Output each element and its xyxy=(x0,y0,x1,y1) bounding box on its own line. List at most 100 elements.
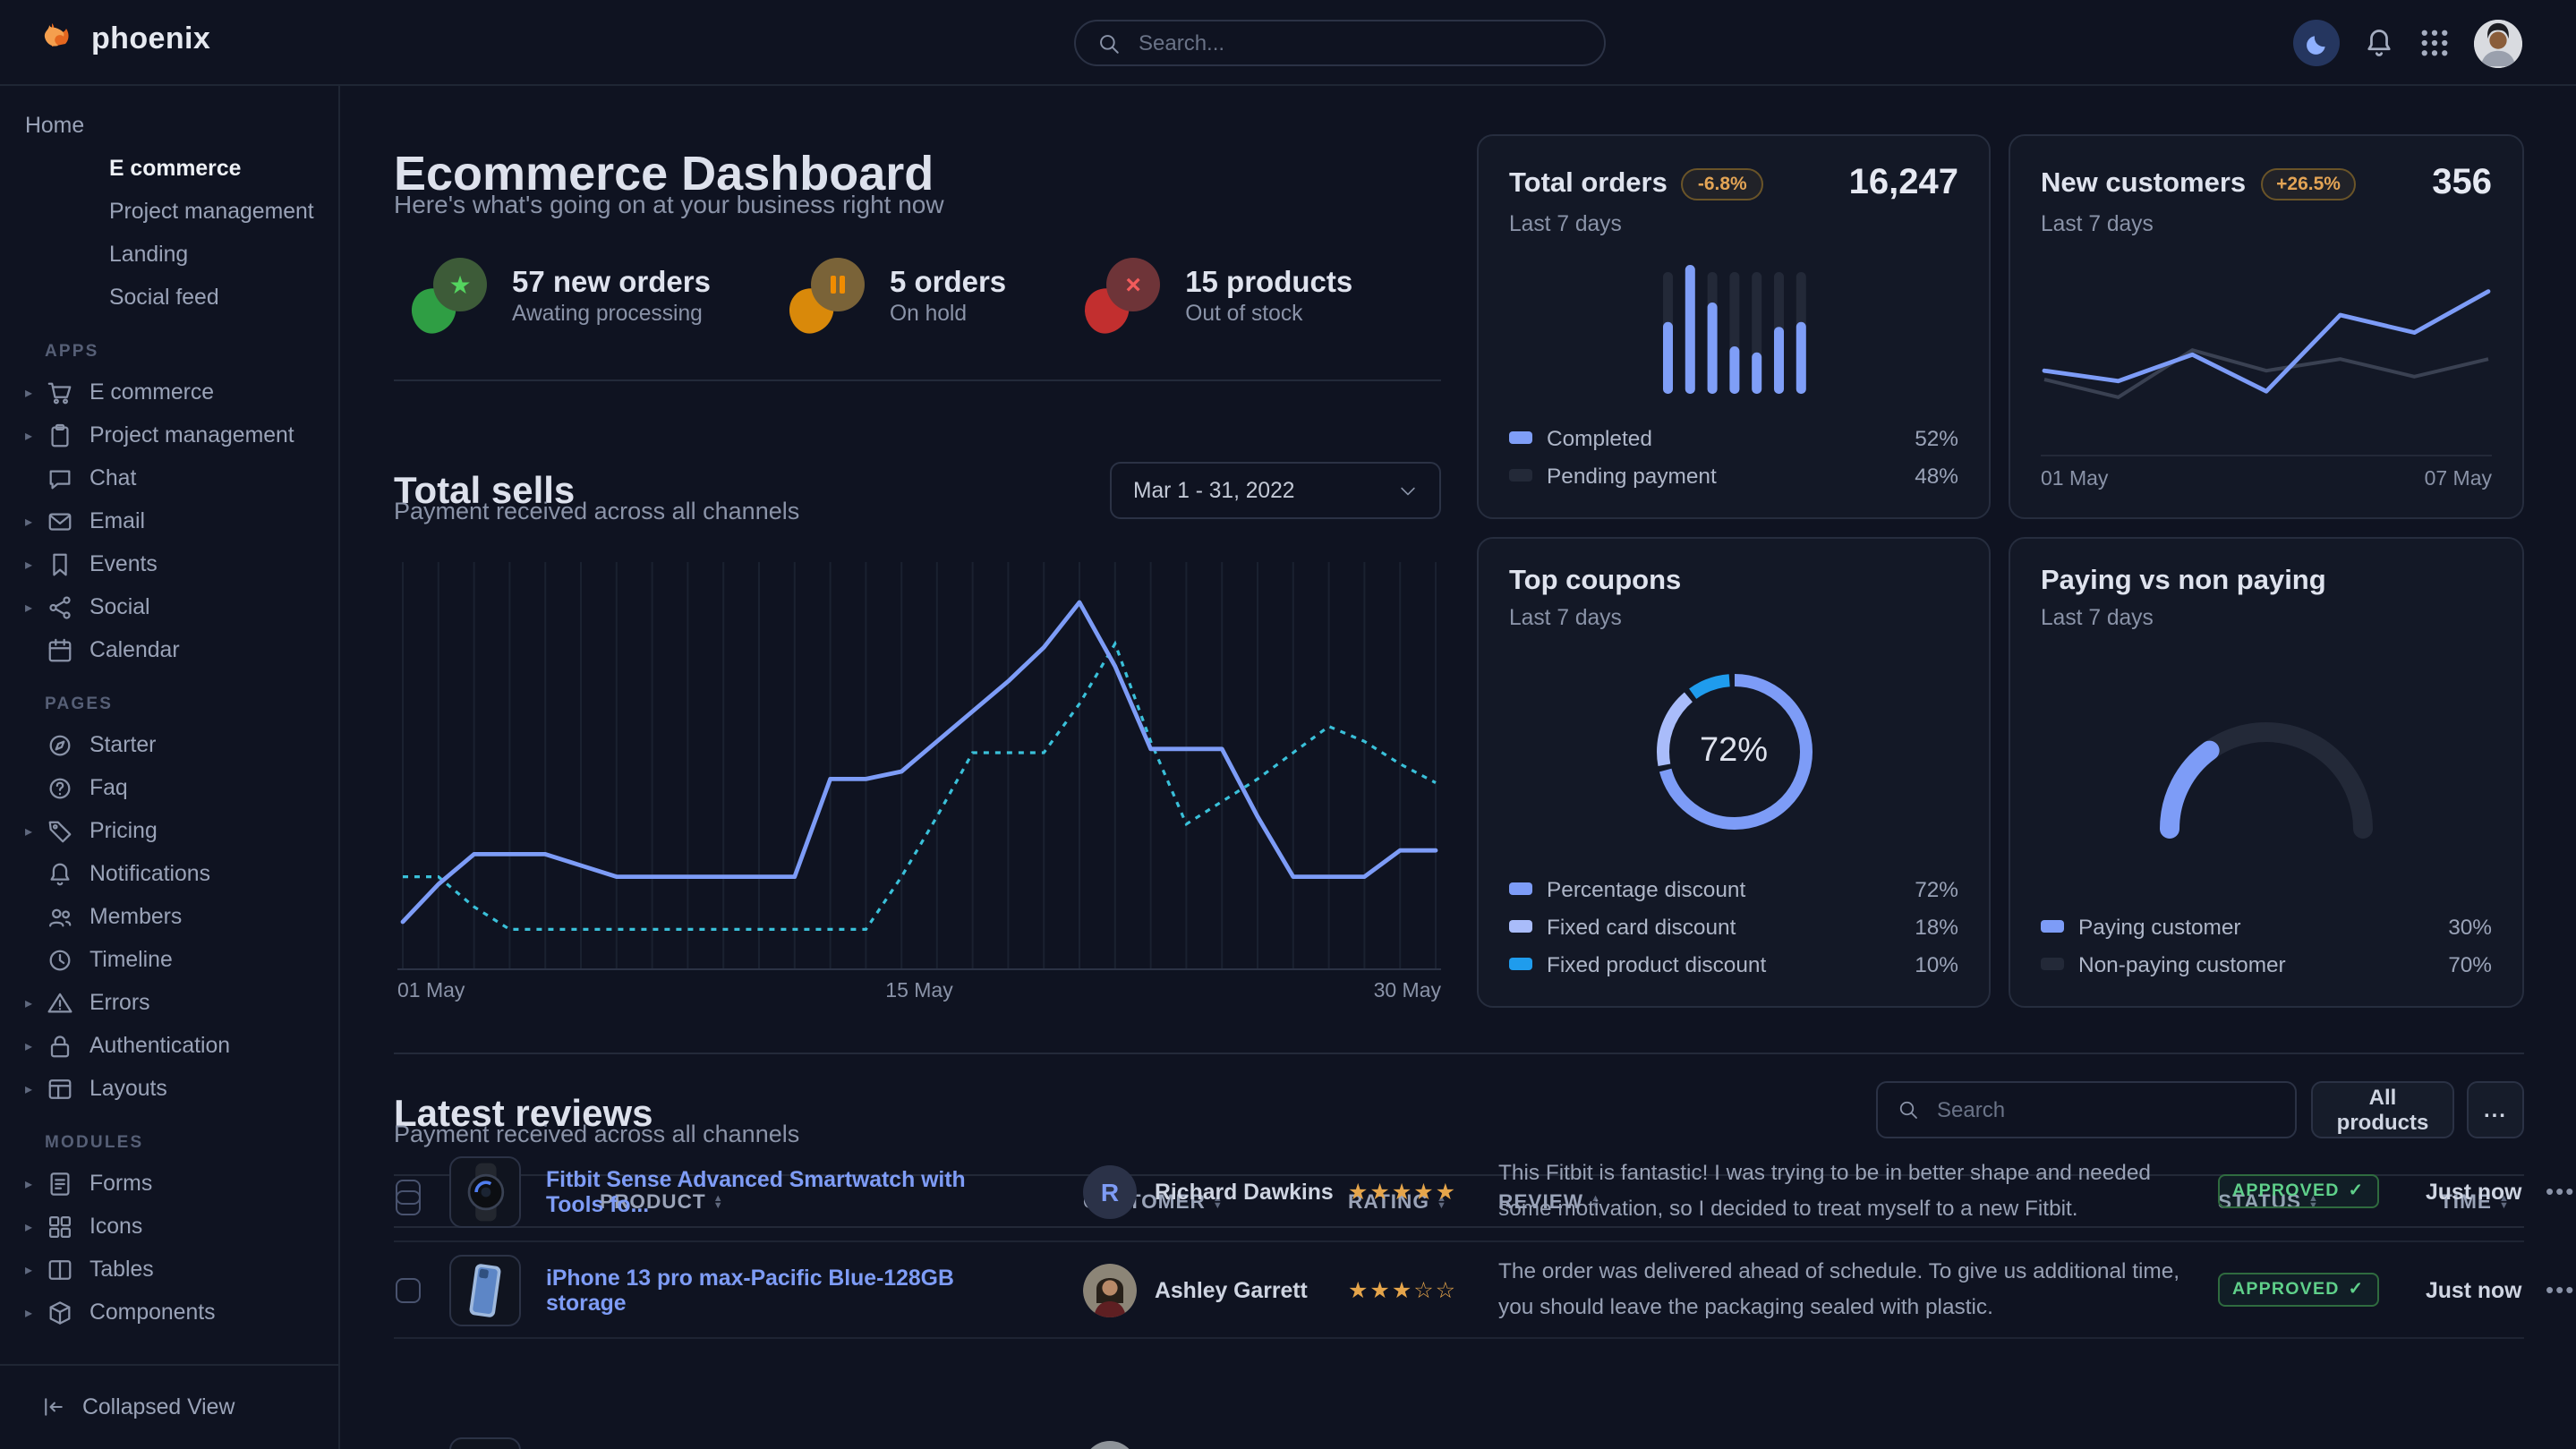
sidebar-item-events[interactable]: ▸ Events xyxy=(0,542,338,585)
table-row: iPhone 13 pro max-Pacific Blue-128GB sto… xyxy=(394,1242,2524,1339)
sidebar-item-icons[interactable]: ▸ Icons xyxy=(0,1205,338,1248)
x-label: 30 May xyxy=(1374,981,1441,1002)
sidebar-subitem-social-feed[interactable]: Social feed xyxy=(0,276,338,319)
card-value: 356 xyxy=(2432,163,2492,204)
tag-icon xyxy=(47,817,73,844)
sidebar-item-email[interactable]: ▸ Email xyxy=(0,499,338,542)
coupons-legend: Percentage discount 72% Fixed card disco… xyxy=(1509,874,1958,979)
sidebar-subitem-project-management[interactable]: Project management xyxy=(0,190,338,233)
apps-grid-button[interactable] xyxy=(2418,27,2451,59)
customer-avatar xyxy=(1083,1441,1137,1449)
caret-right-icon: ▸ xyxy=(25,427,47,443)
all-products-button[interactable]: All products xyxy=(2311,1081,2454,1138)
chat-icon xyxy=(47,465,73,491)
search-icon xyxy=(1898,1099,1919,1121)
sidebar-item-errors[interactable]: ▸ Errors xyxy=(0,981,338,1024)
review-time: Just now xyxy=(2426,1277,2521,1302)
sidebar-item-tables[interactable]: ▸ Tables xyxy=(0,1248,338,1291)
bell-icon xyxy=(47,860,73,887)
sidebar-item-e-commerce[interactable]: ▸ E commerce xyxy=(0,371,338,413)
mail-icon xyxy=(47,507,73,534)
sidebar-item-starter[interactable]: Starter xyxy=(0,723,338,766)
legend-item: Completed 52% xyxy=(1509,422,1958,453)
customer-avatar xyxy=(1083,1263,1137,1317)
sidebar-item-timeline[interactable]: Timeline xyxy=(0,938,338,981)
global-search-input[interactable] xyxy=(1135,29,1582,57)
star-badge-icon: ★ xyxy=(412,258,487,333)
total-sells-x-axis: 01 May 15 May 30 May xyxy=(397,981,1441,1002)
coupons-donut-chart: 72% xyxy=(1648,666,1820,838)
paying-vs-nonpaying-card: Paying vs non paying Last 7 days Paying … xyxy=(2009,537,2524,1008)
check-icon: ✓ xyxy=(2349,1181,2365,1201)
theme-toggle-button[interactable] xyxy=(2293,20,2340,66)
caret-right-icon: ▸ xyxy=(25,1175,47,1191)
grid4-icon xyxy=(47,1213,73,1240)
row-checkbox[interactable] xyxy=(396,1277,421,1302)
customer-name: Richard Dawkins xyxy=(1155,1179,1334,1204)
user-avatar[interactable] xyxy=(2474,19,2522,67)
legend-item: Pending payment 48% xyxy=(1509,460,1958,490)
row-more-button[interactable]: ••• xyxy=(2535,1176,2576,1206)
top-coupons-card: Top coupons Last 7 days 72% Percentage d… xyxy=(1477,537,1991,1008)
card-period: Last 7 days xyxy=(2041,211,2492,236)
sidebar-item-components[interactable]: ▸ Components xyxy=(0,1291,338,1334)
sidebar-item-project-management[interactable]: ▸ Project management xyxy=(0,413,338,456)
sidebar-item-pricing[interactable]: ▸ Pricing xyxy=(0,809,338,852)
sidebar-item-faq[interactable]: Faq xyxy=(0,766,338,809)
table-row: Fitbit Sense Advanced Smartwatch with To… xyxy=(394,1142,2524,1242)
card-period: Last 7 days xyxy=(1509,605,1958,630)
rating-stars: ★★★☆☆ xyxy=(1348,1276,1457,1303)
legend-item: Percentage discount 72% xyxy=(1509,874,1958,904)
sidebar-item-chat[interactable]: Chat xyxy=(0,456,338,499)
reviews-search-input[interactable] xyxy=(1933,1095,2275,1124)
sidebar-item-calendar[interactable]: Calendar xyxy=(0,628,338,671)
card-period: Last 7 days xyxy=(2041,605,2492,630)
collapsed-view-label: Collapsed View xyxy=(82,1394,235,1419)
sidebar-item-forms[interactable]: ▸ Forms xyxy=(0,1162,338,1205)
sidebar-subitem-landing[interactable]: Landing xyxy=(0,233,338,276)
notifications-button[interactable] xyxy=(2363,27,2395,59)
global-search[interactable] xyxy=(1074,20,1606,66)
reviews-search[interactable] xyxy=(1876,1081,2297,1138)
sidebar-item-members[interactable]: Members xyxy=(0,895,338,938)
sidebar-item-social[interactable]: ▸ Social xyxy=(0,585,338,628)
change-badge: -6.8% xyxy=(1682,167,1763,200)
cross-badge-icon: × xyxy=(1085,258,1160,333)
table-row-partial xyxy=(394,1339,2524,1449)
product-link[interactable]: Fitbit Sense Advanced Smartwatch with To… xyxy=(546,1166,1020,1216)
sidebar-section-label: MODULES xyxy=(45,1133,338,1153)
caret-right-icon: ▸ xyxy=(25,1080,47,1096)
check-icon: ✓ xyxy=(2349,1280,2365,1300)
warning-icon xyxy=(47,989,73,1016)
card-title: Paying vs non paying xyxy=(2041,566,2326,598)
more-options-button[interactable]: ... xyxy=(2467,1081,2524,1138)
stats-divider xyxy=(394,379,1441,381)
file-icon xyxy=(47,1170,73,1197)
section-divider xyxy=(394,1053,2524,1054)
x-label: 07 May xyxy=(2425,469,2492,490)
sidebar-item-authentication[interactable]: ▸ Authentication xyxy=(0,1024,338,1067)
caret-right-icon: ▸ xyxy=(25,1218,47,1234)
sidebar-item-layouts[interactable]: ▸ Layouts xyxy=(0,1067,338,1110)
row-more-button[interactable]: ••• xyxy=(2535,1274,2576,1305)
status-badge: APPROVED✓ xyxy=(2218,1174,2378,1208)
row-checkbox[interactable] xyxy=(396,1179,421,1204)
main-content: Ecommerce Dashboard Here's what's going … xyxy=(340,86,2576,1449)
sidebar-subitem-e-commerce[interactable]: E commerce xyxy=(0,147,338,190)
card-value: 16,247 xyxy=(1849,163,1958,204)
product-link[interactable]: iPhone 13 pro max-Pacific Blue-128GB sto… xyxy=(546,1265,1020,1315)
collapsed-view-toggle[interactable]: Collapsed View xyxy=(0,1363,338,1449)
nine-dots-grid-icon xyxy=(2418,27,2451,59)
total-orders-card: Total orders -6.8% 16,247 Last 7 days Co… xyxy=(1477,134,1991,519)
stat-out-of-stock: × 15 products Out of stock xyxy=(1085,258,1352,333)
product-thumbnail[interactable] xyxy=(449,1254,521,1325)
product-thumbnail[interactable] xyxy=(449,1155,521,1227)
date-range-select[interactable]: Mar 1 - 31, 2022 xyxy=(1110,462,1441,519)
brand[interactable]: phoenix xyxy=(36,18,210,61)
customer-name: Ashley Garrett xyxy=(1155,1277,1308,1302)
pause-badge-icon xyxy=(789,258,865,333)
sidebar-item-home[interactable]: Home xyxy=(0,104,338,147)
sidebar-item-notifications[interactable]: Notifications xyxy=(0,852,338,895)
caret-right-icon: ▸ xyxy=(25,556,47,572)
stats-row: ★ 57 new orders Awating processing 5 ord… xyxy=(412,258,1352,333)
